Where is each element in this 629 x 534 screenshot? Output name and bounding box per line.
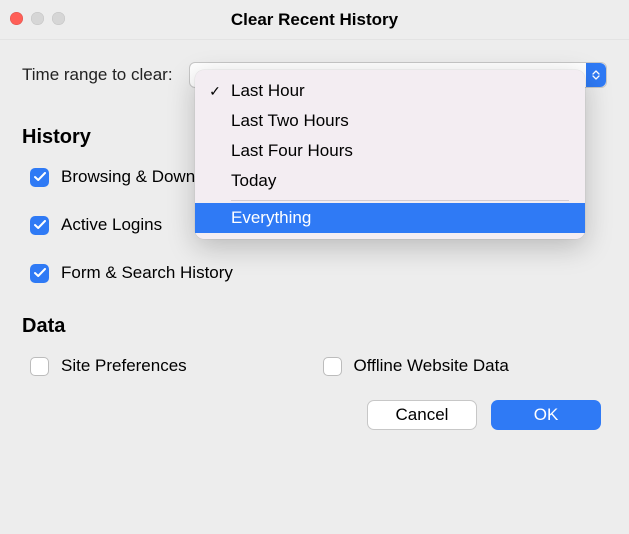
- minimize-button: [31, 12, 44, 25]
- checkbox-site-preferences[interactable]: Site Preferences: [30, 356, 315, 376]
- checkmark-icon: [30, 216, 49, 235]
- dropdown-item-label: Last Hour: [231, 81, 305, 101]
- traffic-lights: [10, 12, 65, 25]
- checkbox-label: Offline Website Data: [354, 356, 509, 376]
- time-range-label: Time range to clear:: [22, 65, 173, 85]
- checkbox-empty-icon: [323, 357, 342, 376]
- dropdown-item-last-hour[interactable]: ✓ Last Hour: [195, 76, 585, 106]
- dropdown-item-label: Last Four Hours: [231, 141, 353, 161]
- checkbox-form-search[interactable]: Form & Search History: [30, 263, 315, 283]
- checkbox-offline-data[interactable]: Offline Website Data: [323, 356, 608, 376]
- dialog-buttons: Cancel OK: [22, 400, 607, 430]
- dropdown-item-last-four-hours[interactable]: Last Four Hours: [195, 136, 585, 166]
- dropdown-separator: [231, 200, 569, 201]
- data-checkbox-grid: Site Preferences Offline Website Data: [22, 356, 607, 376]
- dropdown-item-label: Last Two Hours: [231, 111, 349, 131]
- dropdown-item-label: Everything: [231, 208, 311, 228]
- dropdown-item-today[interactable]: Today: [195, 166, 585, 196]
- window-title: Clear Recent History: [12, 10, 617, 30]
- checkmark-icon: [30, 264, 49, 283]
- close-button[interactable]: [10, 12, 23, 25]
- checkbox-empty-icon: [30, 357, 49, 376]
- cancel-button[interactable]: Cancel: [367, 400, 477, 430]
- checkmark-icon: [30, 168, 49, 187]
- dropdown-item-everything[interactable]: Everything: [195, 203, 585, 233]
- titlebar: Clear Recent History: [0, 0, 629, 40]
- checkbox-label: Form & Search History: [61, 263, 233, 283]
- checkbox-label: Site Preferences: [61, 356, 187, 376]
- checkbox-label: Active Logins: [61, 215, 162, 235]
- dropdown-item-last-two-hours[interactable]: Last Two Hours: [195, 106, 585, 136]
- ok-button[interactable]: OK: [491, 400, 601, 430]
- chevron-up-down-icon: [586, 63, 606, 87]
- time-range-dropdown[interactable]: ✓ Last Hour Last Two Hours Last Four Hou…: [195, 70, 585, 239]
- section-heading-data: Data: [22, 315, 607, 338]
- dropdown-item-label: Today: [231, 171, 276, 191]
- zoom-button: [52, 12, 65, 25]
- check-icon: ✓: [205, 83, 225, 100]
